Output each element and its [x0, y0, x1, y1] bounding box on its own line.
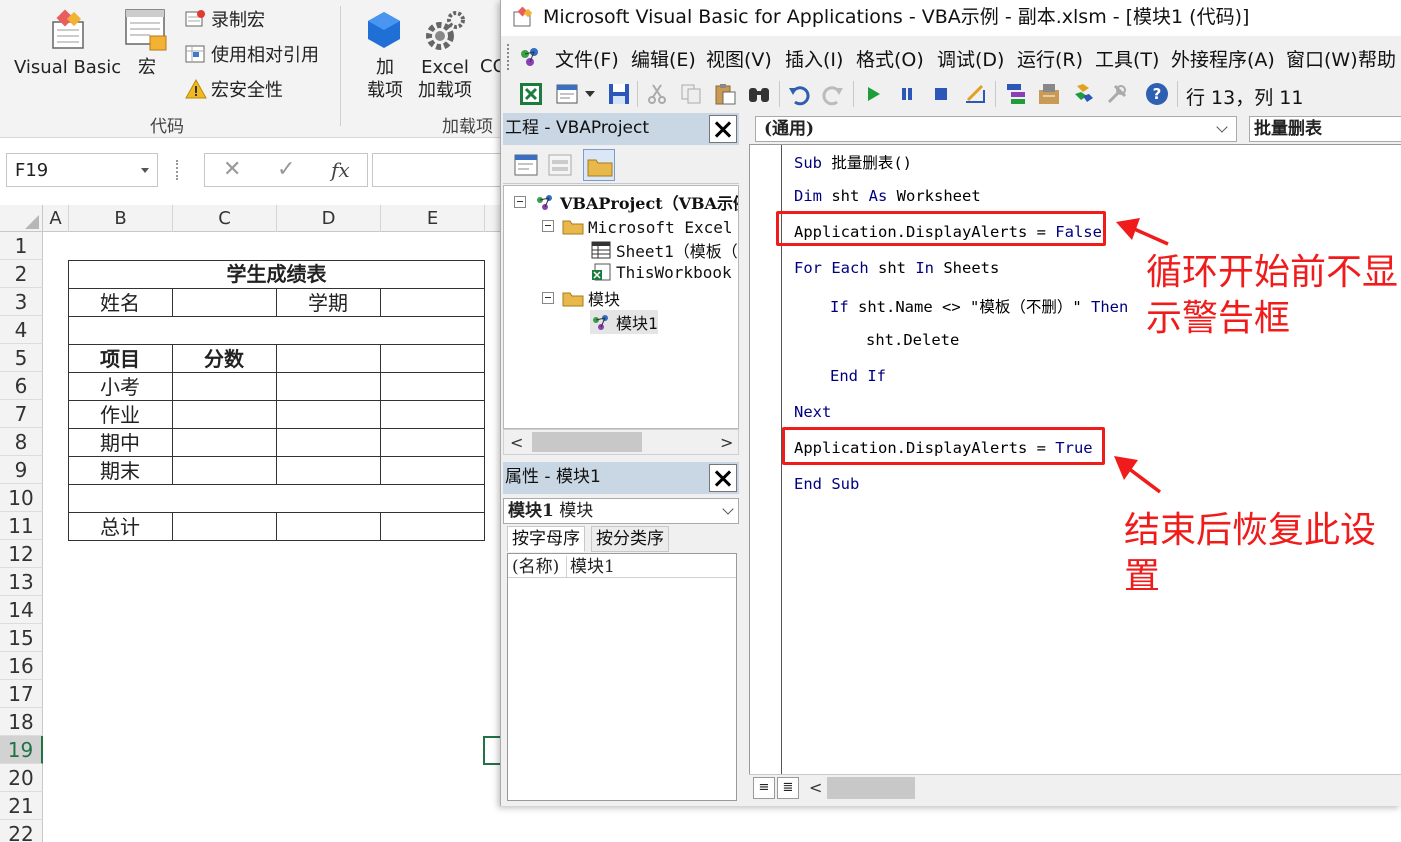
- annotation-text-1-line1: 循环开始前不显: [1146, 252, 1399, 293]
- annotation-text-1: 循环开始前不显 示警告框: [1146, 250, 1398, 342]
- annotation-text-2-line2: 置: [1124, 556, 1161, 597]
- annotation-arrows: [1114, 218, 1169, 494]
- arrow-icon: [1116, 218, 1169, 246]
- annotation-text-2-line1: 结束后恢复此设: [1124, 510, 1377, 551]
- annotation-text-2: 结束后恢复此设 置: [1124, 508, 1376, 600]
- annotation-text-1-line2: 示警告框: [1146, 298, 1291, 339]
- arrow-icon: [1114, 456, 1162, 494]
